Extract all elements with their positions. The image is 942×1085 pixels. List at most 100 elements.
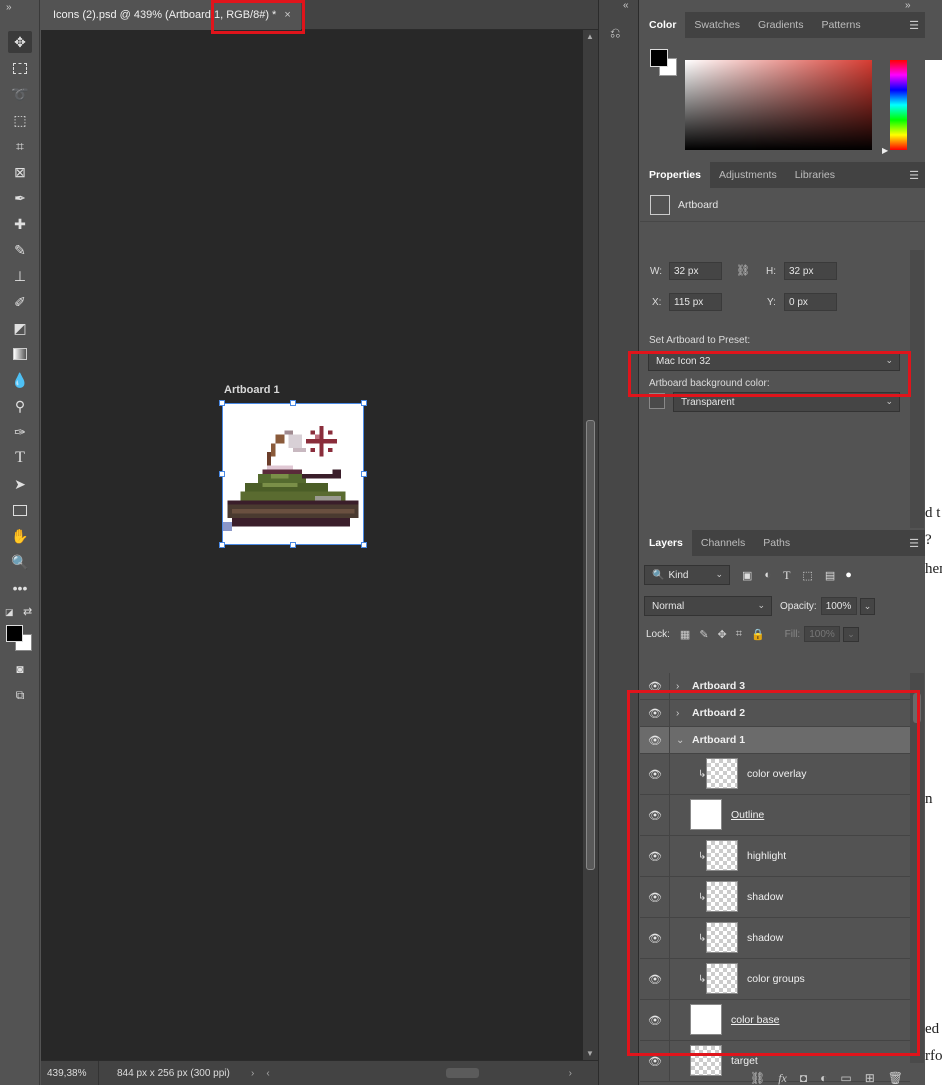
lock-all-icon[interactable]: 🔒 (751, 628, 765, 641)
hand-tool-icon[interactable]: ✋ (8, 525, 32, 547)
opacity-field[interactable]: 100% (820, 597, 857, 615)
scrollbar-thumb[interactable] (586, 420, 595, 870)
scroll-right-icon[interactable]: › (563, 1068, 578, 1079)
eye-icon[interactable]: 👁 (648, 973, 664, 986)
blend-mode-select[interactable]: Normal ⌄ (644, 596, 772, 616)
foreground-color-swatch[interactable] (650, 49, 668, 67)
lasso-tool-icon[interactable]: ➰ (8, 83, 32, 105)
resize-handle[interactable] (219, 471, 225, 477)
healing-brush-icon[interactable]: ✚ (8, 213, 32, 235)
eye-icon[interactable]: 👁 (648, 932, 664, 945)
layer-row[interactable]: 👁 Outline (640, 795, 910, 836)
layer-thumbnail[interactable] (706, 963, 738, 994)
type-filter-icon[interactable]: T (783, 568, 790, 583)
eye-icon[interactable]: 👁 (648, 1014, 664, 1027)
default-colors-icon[interactable]: ◪ (5, 607, 14, 618)
fx-icon[interactable]: fx (778, 1071, 787, 1085)
layer-row[interactable]: 👁 ⌄ Artboard 1 (640, 727, 910, 754)
eye-icon[interactable]: 👁 (648, 809, 664, 822)
layer-row[interactable]: 👁 ↳ color groups (640, 959, 910, 1000)
collapse-panels-icon[interactable]: » (905, 0, 911, 11)
zoom-tool-icon[interactable]: 🔍 (8, 551, 32, 573)
document-tab[interactable]: Icons (2).psd @ 439% (Artboard 1, RGB/8#… (41, 0, 301, 30)
crop-tool-icon[interactable]: ⌗ (8, 135, 32, 157)
layer-row[interactable]: 👁 ↳ shadow (640, 877, 910, 918)
eye-icon[interactable]: 👁 (648, 707, 664, 720)
layer-row[interactable]: 👁 ↳ shadow (640, 918, 910, 959)
layer-row[interactable]: 👁 ↳ color overlay (640, 754, 910, 795)
shape-filter-icon[interactable]: ⬚ (802, 569, 812, 582)
layer-thumbnail[interactable] (706, 758, 738, 789)
filter-kind-select[interactable]: 🔍 Kind ⌄ (644, 565, 730, 585)
eye-icon[interactable]: 👁 (648, 850, 664, 863)
filter-toggle-icon[interactable]: ● (845, 569, 852, 581)
layer-row[interactable]: 👁 ↳ highlight (640, 836, 910, 877)
type-tool-icon[interactable]: T (8, 447, 32, 469)
width-field[interactable]: 32 px (669, 262, 722, 280)
tab-paths[interactable]: Paths (754, 530, 799, 556)
canvas-area[interactable]: Artboard 1 (41, 30, 583, 1060)
tab-swatches[interactable]: Swatches (685, 12, 749, 38)
resize-handle[interactable] (361, 542, 367, 548)
screen-mode-icon[interactable]: ⧉ (8, 684, 32, 706)
path-selection-icon[interactable]: ➤ (8, 473, 32, 495)
layer-row[interactable]: 👁 › Artboard 2 (640, 700, 910, 727)
bg-color-swatch[interactable] (649, 393, 665, 409)
resize-handle[interactable] (219, 400, 225, 406)
swap-colors-icon[interactable]: ⇄ (23, 605, 32, 618)
panel-menu-icon[interactable]: ☰ (909, 169, 919, 182)
height-field[interactable]: 32 px (784, 262, 837, 280)
foreground-color-swatch[interactable] (6, 625, 23, 642)
clone-stamp-icon[interactable]: ⊥ (8, 265, 32, 287)
resize-handle[interactable] (219, 542, 225, 548)
tab-gradients[interactable]: Gradients (749, 12, 813, 38)
artboard[interactable] (219, 400, 367, 548)
layers-scrollbar[interactable] (910, 673, 924, 1063)
scroll-left-icon[interactable]: ‹ (260, 1068, 275, 1079)
history-brush-icon[interactable]: ✐ (8, 291, 32, 313)
tab-patterns[interactable]: Patterns (812, 12, 869, 38)
resize-handle[interactable] (290, 400, 296, 406)
preset-select[interactable]: Mac Icon 32 ⌄ (648, 351, 900, 371)
scrollbar-thumb[interactable] (913, 693, 921, 723)
chevron-right-icon[interactable]: › (676, 708, 679, 719)
layer-row[interactable]: 👁 color base (640, 1000, 910, 1041)
tab-adjustments[interactable]: Adjustments (710, 162, 786, 188)
resize-handle[interactable] (361, 400, 367, 406)
layer-row[interactable]: 👁 › Artboard 3 (640, 673, 910, 700)
close-tab-icon[interactable]: × (284, 9, 290, 21)
bg-color-select[interactable]: Transparent ⌄ (673, 392, 900, 412)
new-layer-icon[interactable]: ⊞ (865, 1071, 875, 1085)
hue-slider[interactable] (890, 60, 907, 150)
marquee-tool-icon[interactable] (8, 57, 32, 79)
history-panel-icon[interactable]: ⎌ (610, 25, 628, 43)
panel-menu-icon[interactable]: ☰ (909, 537, 919, 550)
chevron-down-icon[interactable]: ⌄ (676, 735, 684, 746)
gradient-tool-icon[interactable] (8, 343, 32, 365)
link-icon[interactable]: ⛓ (736, 264, 750, 277)
add-mask-icon[interactable]: ◘ (800, 1071, 807, 1085)
tab-libraries[interactable]: Libraries (786, 162, 844, 188)
properties-scrollbar[interactable] (910, 250, 924, 528)
delete-layer-icon[interactable]: 🗑 (888, 1071, 903, 1085)
pixel-filter-icon[interactable]: ▣ (742, 569, 752, 582)
eye-icon[interactable]: 👁 (648, 768, 664, 781)
tab-layers[interactable]: Layers (640, 530, 692, 556)
frame-tool-icon[interactable]: ⊠ (8, 161, 32, 183)
pen-tool-icon[interactable]: ✑ (8, 421, 32, 443)
layer-thumbnail[interactable] (690, 1004, 722, 1035)
adjustment-filter-icon[interactable]: ◐ (764, 569, 771, 581)
layer-thumbnail[interactable] (706, 922, 738, 953)
more-tools-icon[interactable]: ••• (8, 577, 32, 599)
layer-thumbnail[interactable] (706, 840, 738, 871)
chevron-right-icon[interactable]: › (676, 681, 679, 692)
collapse-icon[interactable]: » (6, 2, 12, 13)
y-field[interactable]: 0 px (784, 293, 837, 311)
tab-channels[interactable]: Channels (692, 530, 754, 556)
canvas-vertical-scrollbar[interactable]: ▲ ▼ (583, 30, 598, 1060)
lock-artboard-icon[interactable]: ⌗ (736, 628, 742, 641)
expand-dock-icon[interactable]: « (623, 0, 629, 11)
eyedropper-icon[interactable]: ✒ (8, 187, 32, 209)
tab-color[interactable]: Color (640, 12, 686, 38)
hue-marker-icon[interactable]: ▶ (882, 146, 888, 155)
